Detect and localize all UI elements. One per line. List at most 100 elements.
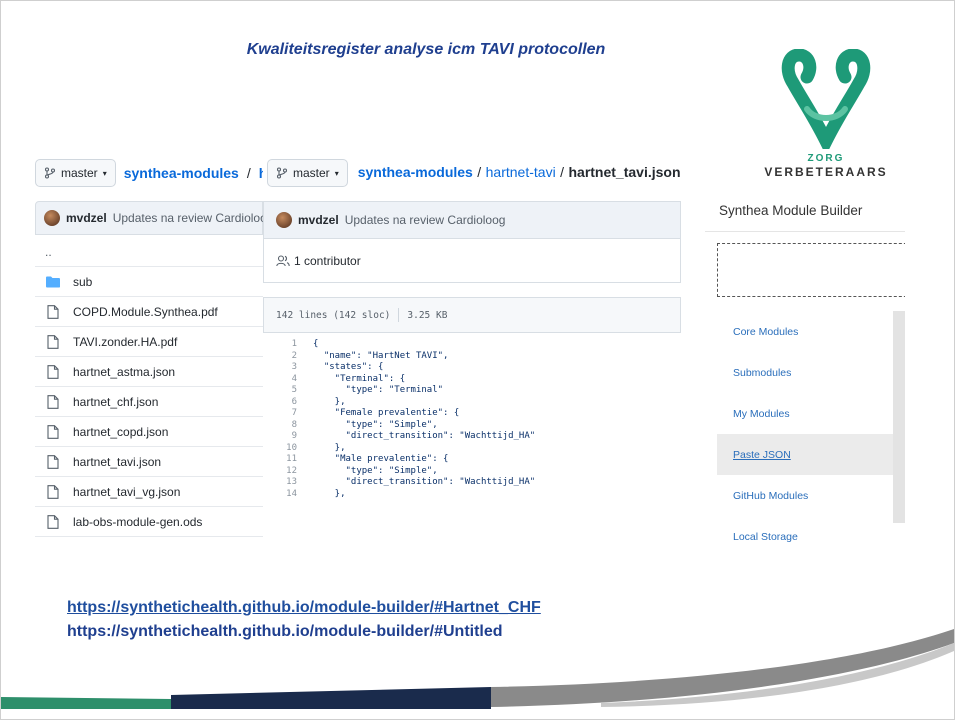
lines-info: 142 lines (142 sloc) <box>276 309 391 321</box>
chevron-down-icon: ▾ <box>334 168 339 178</box>
code-line: 7 "Female prevalentie": { <box>263 408 681 420</box>
file-name[interactable]: hartnet_tavi_vg.json <box>73 485 180 499</box>
line-number[interactable]: 11 <box>263 454 313 466</box>
scrollbar[interactable] <box>893 311 905 523</box>
bottom-swoosh-decoration <box>1 629 954 709</box>
list-item[interactable]: hartnet_tavi.json <box>35 447 263 477</box>
file-name[interactable]: hartnet_astma.json <box>73 365 175 379</box>
logo-text-verbeteraars: VERBETERAARS <box>764 165 888 179</box>
code-line: 6 }, <box>263 397 681 409</box>
commit-author[interactable]: mvdzel <box>298 213 339 227</box>
file-path-header: master ▾ synthea-modules / hartnet-tavi … <box>267 159 681 187</box>
list-item[interactable]: hartnet_astma.json <box>35 357 263 387</box>
repo-file-browser: master ▾ synthea-modules / ha mvdzel Upd… <box>35 151 263 546</box>
commit-author[interactable]: mvdzel <box>66 211 107 225</box>
nav-item-my-modules[interactable]: My Modules <box>717 393 897 434</box>
list-item[interactable]: hartnet_tavi_vg.json <box>35 477 263 507</box>
code-line: 5 "type": "Terminal" <box>263 385 681 397</box>
branch-name: master <box>293 166 330 180</box>
list-item[interactable]: lab-obs-module-gen.ods <box>35 507 263 537</box>
branch-selector[interactable]: master ▾ <box>35 159 116 187</box>
code-text: { <box>313 339 319 349</box>
path-separator: / <box>560 164 565 180</box>
zorgverbeteraars-logo: ZORG VERBETERAARS <box>761 49 891 179</box>
code-block: 1{2 "name": "HartNet TAVI", 3 "states": {… <box>263 339 681 500</box>
nav-item-paste-json[interactable]: Paste JSON <box>717 434 897 475</box>
path-separator: / <box>477 164 482 180</box>
file-info-bar: 142 lines (142 sloc) 3.25 KB <box>263 297 681 333</box>
code-text: "direct_transition": "Wachttijd_HA" <box>313 477 536 487</box>
git-branch-icon <box>44 167 56 179</box>
contributors-row[interactable]: 1 contributor <box>263 239 681 283</box>
file-icon <box>47 484 59 499</box>
line-number[interactable]: 4 <box>263 374 313 386</box>
git-branch-icon <box>276 167 288 179</box>
code-text: "Female prevalentie": { <box>313 408 460 418</box>
avatar[interactable] <box>44 210 60 226</box>
line-number[interactable]: 12 <box>263 466 313 478</box>
breadcrumb-repo-link[interactable]: synthea-modules <box>124 165 239 181</box>
commit-message[interactable]: Updates na review Cardioloog <box>345 213 506 227</box>
code-text: "Terminal": { <box>313 373 406 384</box>
code-text: "type": "Simple", <box>313 465 438 476</box>
file-icon <box>47 424 59 439</box>
line-number[interactable]: 2 <box>263 351 313 363</box>
list-item[interactable]: COPD.Module.Synthea.pdf <box>35 297 263 327</box>
code-text: "Male prevalentie": { <box>313 454 449 464</box>
folder-icon <box>46 276 60 287</box>
list-item[interactable]: hartnet_copd.json <box>35 417 263 447</box>
module-builder-nav: Core Modules Submodules My Modules Paste… <box>717 311 897 551</box>
module-builder-panel: Synthea Module Builder Core Modules Subm… <box>705 191 905 551</box>
code-text: }, <box>313 488 346 499</box>
people-icon <box>276 254 290 266</box>
file-name[interactable]: TAVI.zonder.HA.pdf <box>73 335 177 349</box>
list-item[interactable]: TAVI.zonder.HA.pdf <box>35 327 263 357</box>
line-number[interactable]: 14 <box>263 489 313 501</box>
slide: Kwaliteitsregister analyse icm TAVI prot… <box>0 0 955 720</box>
divider <box>705 231 905 232</box>
file-name[interactable]: sub <box>73 275 92 289</box>
file-name[interactable]: hartnet_chf.json <box>73 395 158 409</box>
list-item-parent-dir[interactable]: .. <box>35 237 263 267</box>
file-icon <box>47 514 59 529</box>
file-name[interactable]: lab-obs-module-gen.ods <box>73 515 202 529</box>
path-file-name: hartnet_tavi.json <box>568 164 681 180</box>
file-name[interactable]: hartnet_copd.json <box>73 425 168 439</box>
code-text: }, <box>313 396 346 407</box>
file-icon <box>47 364 59 379</box>
nav-item-submodules[interactable]: Submodules <box>717 352 897 393</box>
avatar[interactable] <box>276 212 292 228</box>
code-line: 8 "type": "Simple", <box>263 420 681 432</box>
list-item[interactable]: sub <box>35 267 263 297</box>
file-icon <box>47 454 59 469</box>
file-name[interactable]: hartnet_tavi.json <box>73 455 161 469</box>
path-dir-link[interactable]: hartnet-tavi <box>486 164 556 180</box>
list-item[interactable]: hartnet_chf.json <box>35 387 263 417</box>
slide-title: Kwaliteitsregister analyse icm TAVI prot… <box>246 41 606 58</box>
json-drop-zone[interactable] <box>717 243 905 297</box>
nav-item-github-modules[interactable]: GitHub Modules <box>717 475 897 516</box>
line-number[interactable]: 5 <box>263 385 313 397</box>
commit-message[interactable]: Updates na review Cardioloog <box>113 211 263 225</box>
line-number[interactable]: 10 <box>263 443 313 455</box>
nav-item-local-storage[interactable]: Local Storage <box>717 516 897 551</box>
logo-text-zorg: ZORG <box>807 153 845 164</box>
line-number[interactable]: 6 <box>263 397 313 409</box>
file-name[interactable]: COPD.Module.Synthea.pdf <box>73 305 218 319</box>
line-number[interactable]: 7 <box>263 408 313 420</box>
line-number[interactable]: 9 <box>263 431 313 443</box>
breadcrumb-separator: / <box>246 165 251 181</box>
line-number[interactable]: 8 <box>263 420 313 432</box>
repo-header: master ▾ synthea-modules / ha <box>35 159 263 187</box>
parent-dir-link[interactable]: .. <box>45 245 52 259</box>
nav-item-core-modules[interactable]: Core Modules <box>717 311 897 352</box>
code-text: "type": "Simple", <box>313 419 438 430</box>
file-icon <box>47 334 59 349</box>
path-repo-link[interactable]: synthea-modules <box>358 164 473 180</box>
line-number[interactable]: 13 <box>263 477 313 489</box>
code-line: 10 }, <box>263 443 681 455</box>
line-number[interactable]: 1 <box>263 339 313 351</box>
line-number[interactable]: 3 <box>263 362 313 374</box>
branch-selector[interactable]: master ▾ <box>267 159 348 187</box>
code-line: 14 }, <box>263 489 681 501</box>
